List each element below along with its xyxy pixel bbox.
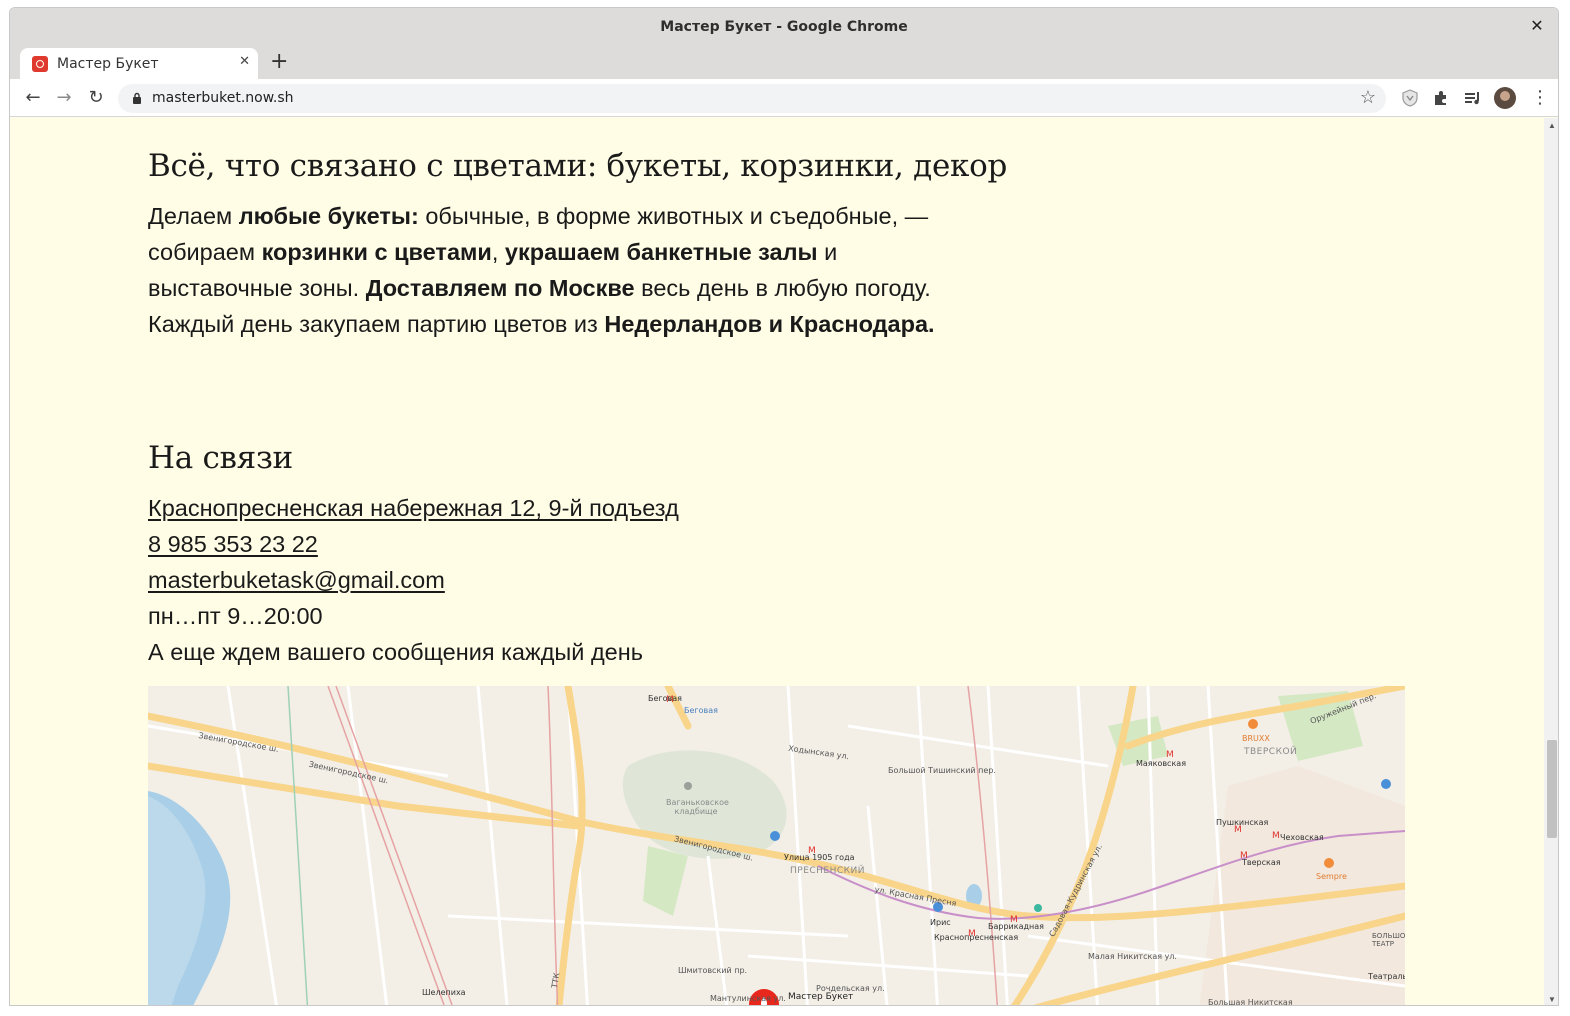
profile-avatar[interactable] xyxy=(1494,87,1516,109)
window-close-icon[interactable]: ✕ xyxy=(1528,17,1546,35)
chrome-menu-icon[interactable]: ⋮ xyxy=(1531,87,1549,109)
puzzle-extensions-icon[interactable] xyxy=(1431,88,1451,108)
map-label-1905: Улица 1905 года xyxy=(784,853,855,862)
map-label-cemetery: Ваганьковское кладбище xyxy=(666,798,729,816)
map-label-begovaya-1: Беговая xyxy=(648,694,682,703)
phone-link[interactable]: 8 985 353 23 22 xyxy=(148,526,679,562)
map-canvas[interactable]: М М М М М М М М xyxy=(148,686,1405,1006)
metro-chekhovskaya-icon: М xyxy=(1272,831,1280,841)
scrollbar-thumb[interactable] xyxy=(1547,740,1557,838)
map-label-tverskaya: Тверская xyxy=(1242,858,1281,867)
page-viewport: Всё, что связано с цветами: букеты, корз… xyxy=(10,118,1544,1006)
poi-pin-4 xyxy=(1248,719,1258,729)
contacts-note: А еще ждем вашего сообщения каждый день xyxy=(148,639,643,665)
bookmark-star-icon[interactable]: ☆ xyxy=(1360,87,1376,108)
browser-window: Мастер Букет - Google Chrome ✕ Мастер Бу… xyxy=(9,7,1559,1006)
url-text[interactable]: masterbuket.now.sh xyxy=(152,90,294,106)
poi-pin-3 xyxy=(1381,779,1391,789)
about-heading: Всё, что связано с цветами: букеты, корз… xyxy=(148,148,1007,184)
center-district xyxy=(1199,766,1405,1005)
about-bold-4: Доставляем по Москве xyxy=(365,275,635,301)
map-label-tishinsky: Большой Тишинский пер. xyxy=(888,766,996,775)
address-link[interactable]: Краснопресненская набережная 12, 9-й под… xyxy=(148,490,679,526)
contacts-list: Краснопресненская набережная 12, 9-й под… xyxy=(148,490,679,670)
poi-pin-6 xyxy=(1034,904,1042,912)
email-link[interactable]: masterbuketask@gmail.com xyxy=(148,562,679,598)
about-text-3: , xyxy=(491,239,505,265)
window-title: Мастер Букет - Google Chrome xyxy=(660,18,908,35)
media-control-icon[interactable] xyxy=(1463,88,1483,108)
about-paragraph: Делаем любые букеты: обычные, в форме жи… xyxy=(148,198,968,342)
browser-toolbar: ← → ↻ masterbuket.now.sh ☆ ⋮ xyxy=(10,79,1558,117)
lock-icon xyxy=(133,92,141,104)
about-bold-3: украшаем банкетные залы xyxy=(504,239,818,265)
about-bold-5: Недерландов и Краснодара. xyxy=(604,311,935,337)
forward-button[interactable]: → xyxy=(53,87,75,109)
map-label-pushkinskaya: Пушкинская xyxy=(1216,818,1269,827)
scroll-down-arrow-icon[interactable]: ▼ xyxy=(1548,995,1556,1004)
shield-extension-icon[interactable] xyxy=(1400,88,1420,108)
map-label-iris: Ирис xyxy=(930,918,951,927)
map-label-bolshoy-teatr: БОЛЬШОЙ ТЕАТР xyxy=(1372,932,1405,948)
map-label-krasnopresnenskaya: Краснопресненская xyxy=(934,933,1019,942)
tab-active[interactable]: Мастер Букет ✕ xyxy=(20,48,258,79)
map-label-bolshaya-nikitskaya: Большая Никитская xyxy=(1208,998,1293,1006)
new-tab-button[interactable]: + xyxy=(270,51,288,73)
reload-button[interactable]: ↻ xyxy=(85,87,107,109)
scroll-up-arrow-icon[interactable]: ▲ xyxy=(1548,121,1556,130)
map-label-mantulinskaya: Мантулинская ул. xyxy=(710,994,786,1003)
map-label-sempre: Sempre xyxy=(1316,872,1347,881)
tab-strip: Мастер Букет ✕ + xyxy=(10,45,1558,79)
working-hours: пн…пт 9…20:00 xyxy=(148,603,323,629)
about-text-1: Делаем xyxy=(148,203,239,229)
map-label-shmitovsky: Шмитовский пр. xyxy=(678,966,748,975)
cemetery-pin xyxy=(684,782,692,790)
map-label-chekhovskaya: Чеховская xyxy=(1280,833,1324,842)
map-label-barrikadnaya: Баррикадная xyxy=(988,922,1044,931)
title-bar: Мастер Букет - Google Chrome ✕ xyxy=(10,8,1558,45)
about-bold-2: корзинки с цветами xyxy=(261,239,492,265)
tab-title: Мастер Букет xyxy=(57,55,159,72)
page-scrollbar[interactable]: ▲ ▼ xyxy=(1544,118,1558,1005)
poi-pin-1 xyxy=(770,831,780,841)
map-label-begovaya-2: Беговая xyxy=(684,706,718,715)
back-button[interactable]: ← xyxy=(22,87,44,109)
map-marker-label: Мастер Букет xyxy=(788,992,854,1002)
location-map[interactable]: М М М М М М М М Звенигородское ш. Звениг… xyxy=(148,686,1405,1006)
tab-close-icon[interactable]: ✕ xyxy=(239,54,250,69)
site-favicon-icon xyxy=(32,55,48,72)
map-label-bruxx: BRUXX xyxy=(1242,734,1270,743)
about-bold-1: любые букеты: xyxy=(238,203,419,229)
map-label-malaya-nikitskaya: Малая Никитская ул. xyxy=(1088,952,1177,961)
address-bar[interactable]: masterbuket.now.sh ☆ xyxy=(118,84,1386,113)
contacts-heading: На связи xyxy=(148,440,293,476)
map-label-presnensky: ПРЕСНЕНСКИЙ xyxy=(790,866,866,876)
map-label-shelepikha: Шелепиха xyxy=(422,988,466,997)
map-label-teatralnaya: Театральн xyxy=(1368,972,1405,981)
map-label-tverskoy: ТВЕРСКОЙ xyxy=(1244,747,1298,757)
map-label-mayakovskaya: Маяковская xyxy=(1136,759,1187,768)
poi-pin-5 xyxy=(1324,858,1334,868)
